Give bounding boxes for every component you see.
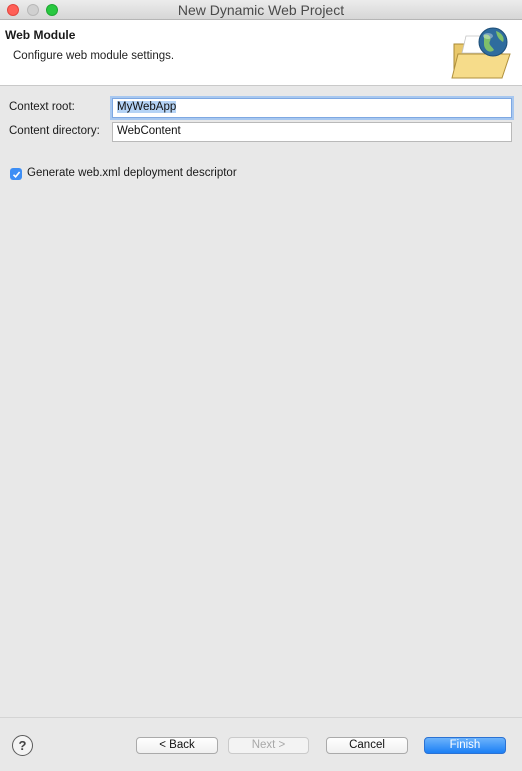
content-directory-value: WebContent [117, 125, 181, 137]
context-root-input[interactable]: MyWebApp [112, 98, 512, 118]
content-directory-input[interactable]: WebContent [112, 122, 512, 142]
generate-webxml-label[interactable]: Generate web.xml deployment descriptor [27, 167, 237, 179]
content-directory-label: Content directory: [9, 125, 100, 137]
context-root-value: MyWebApp [117, 101, 177, 113]
back-button[interactable]: < Back [136, 737, 218, 754]
next-button[interactable]: Next > [228, 737, 309, 754]
folder-globe-icon [451, 27, 511, 79]
page-title: Web Module [5, 28, 76, 42]
finish-button[interactable]: Finish [424, 737, 506, 754]
page-description: Configure web module settings. [13, 50, 175, 62]
context-root-label: Context root: [9, 101, 75, 113]
cancel-button[interactable]: Cancel [326, 737, 408, 754]
wizard-header: Web Module Configure web module settings… [0, 20, 522, 86]
checkmark-icon [12, 170, 20, 178]
window-titlebar: New Dynamic Web Project [0, 0, 522, 20]
window-title: New Dynamic Web Project [177, 2, 345, 18]
footer-divider [0, 717, 522, 718]
help-button[interactable]: ? [12, 735, 33, 756]
generate-webxml-checkbox[interactable] [10, 168, 22, 180]
